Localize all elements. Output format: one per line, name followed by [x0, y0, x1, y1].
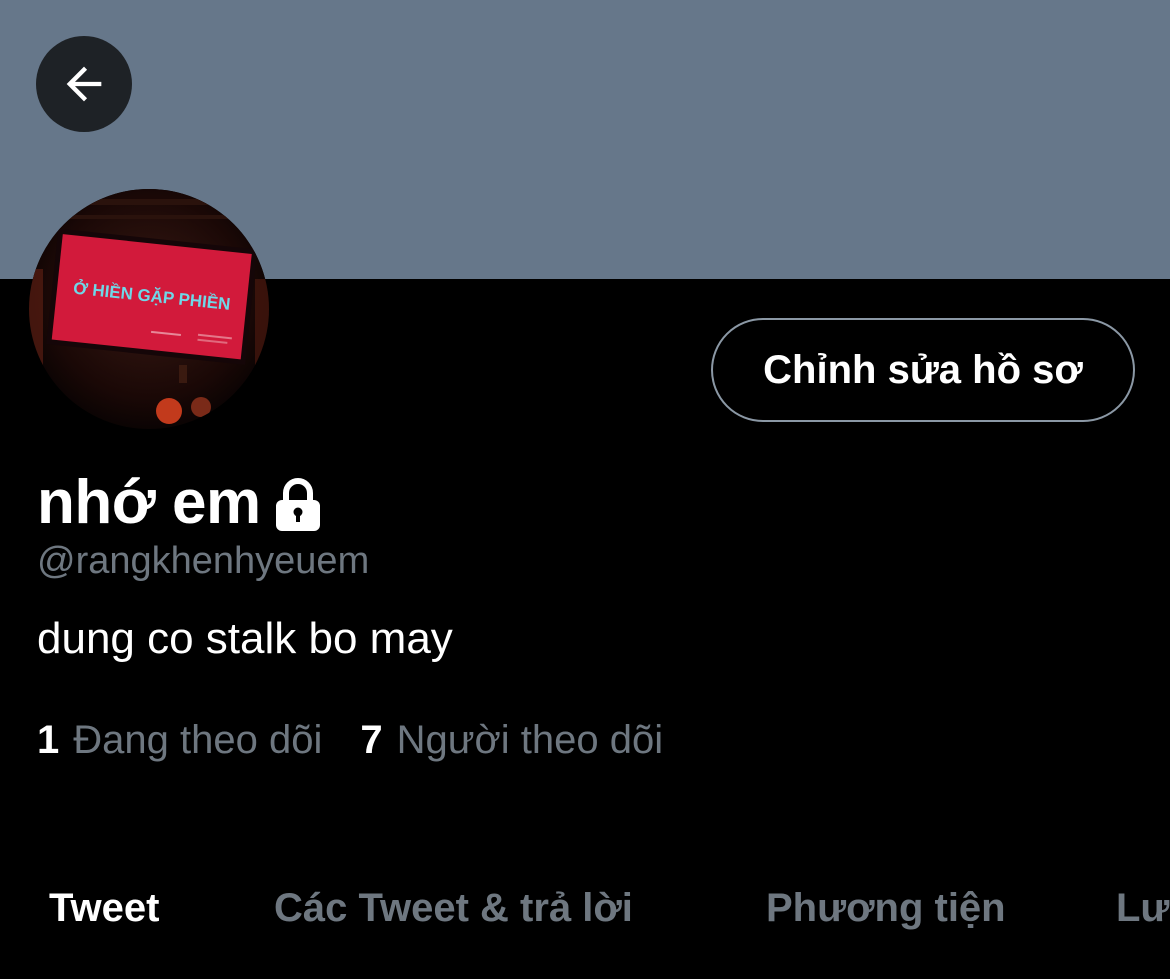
followers-label: Người theo dõi	[396, 718, 664, 762]
profile-handle: @rangkhenhyeuem	[37, 540, 370, 582]
tab-likes[interactable]: Lượt thích	[1116, 886, 1170, 931]
followers-count: 7	[360, 718, 383, 762]
avatar-photo: Ở HIỀN GẶP PHIỀN	[29, 189, 269, 429]
display-name: nhớ em	[37, 467, 261, 537]
avatar[interactable]: Ở HIỀN GẶP PHIỀN	[29, 189, 269, 429]
edit-profile-button[interactable]: Chỉnh sửa hồ sơ	[711, 318, 1135, 422]
tab-media[interactable]: Phương tiện	[766, 886, 1006, 931]
back-button[interactable]	[36, 36, 132, 132]
profile-bio: dung co stalk bo may	[37, 614, 453, 663]
lock-icon	[275, 478, 320, 531]
profile-stats: 1 Đang theo dõi 7 Người theo dõi	[37, 718, 663, 763]
arrow-left-icon	[66, 66, 102, 102]
name-row: nhớ em	[37, 462, 323, 542]
profile-tabs: Tweet Các Tweet & trả lời Phương tiện Lư…	[0, 886, 1170, 956]
tab-tweets-and-replies[interactable]: Các Tweet & trả lời	[274, 886, 633, 931]
tab-tweets[interactable]: Tweet	[49, 886, 159, 931]
following-label: Đang theo dõi	[73, 718, 323, 762]
following-stat[interactable]: 1 Đang theo dõi	[37, 718, 322, 763]
following-count: 1	[37, 718, 60, 762]
followers-stat[interactable]: 7 Người theo dõi	[360, 718, 663, 763]
